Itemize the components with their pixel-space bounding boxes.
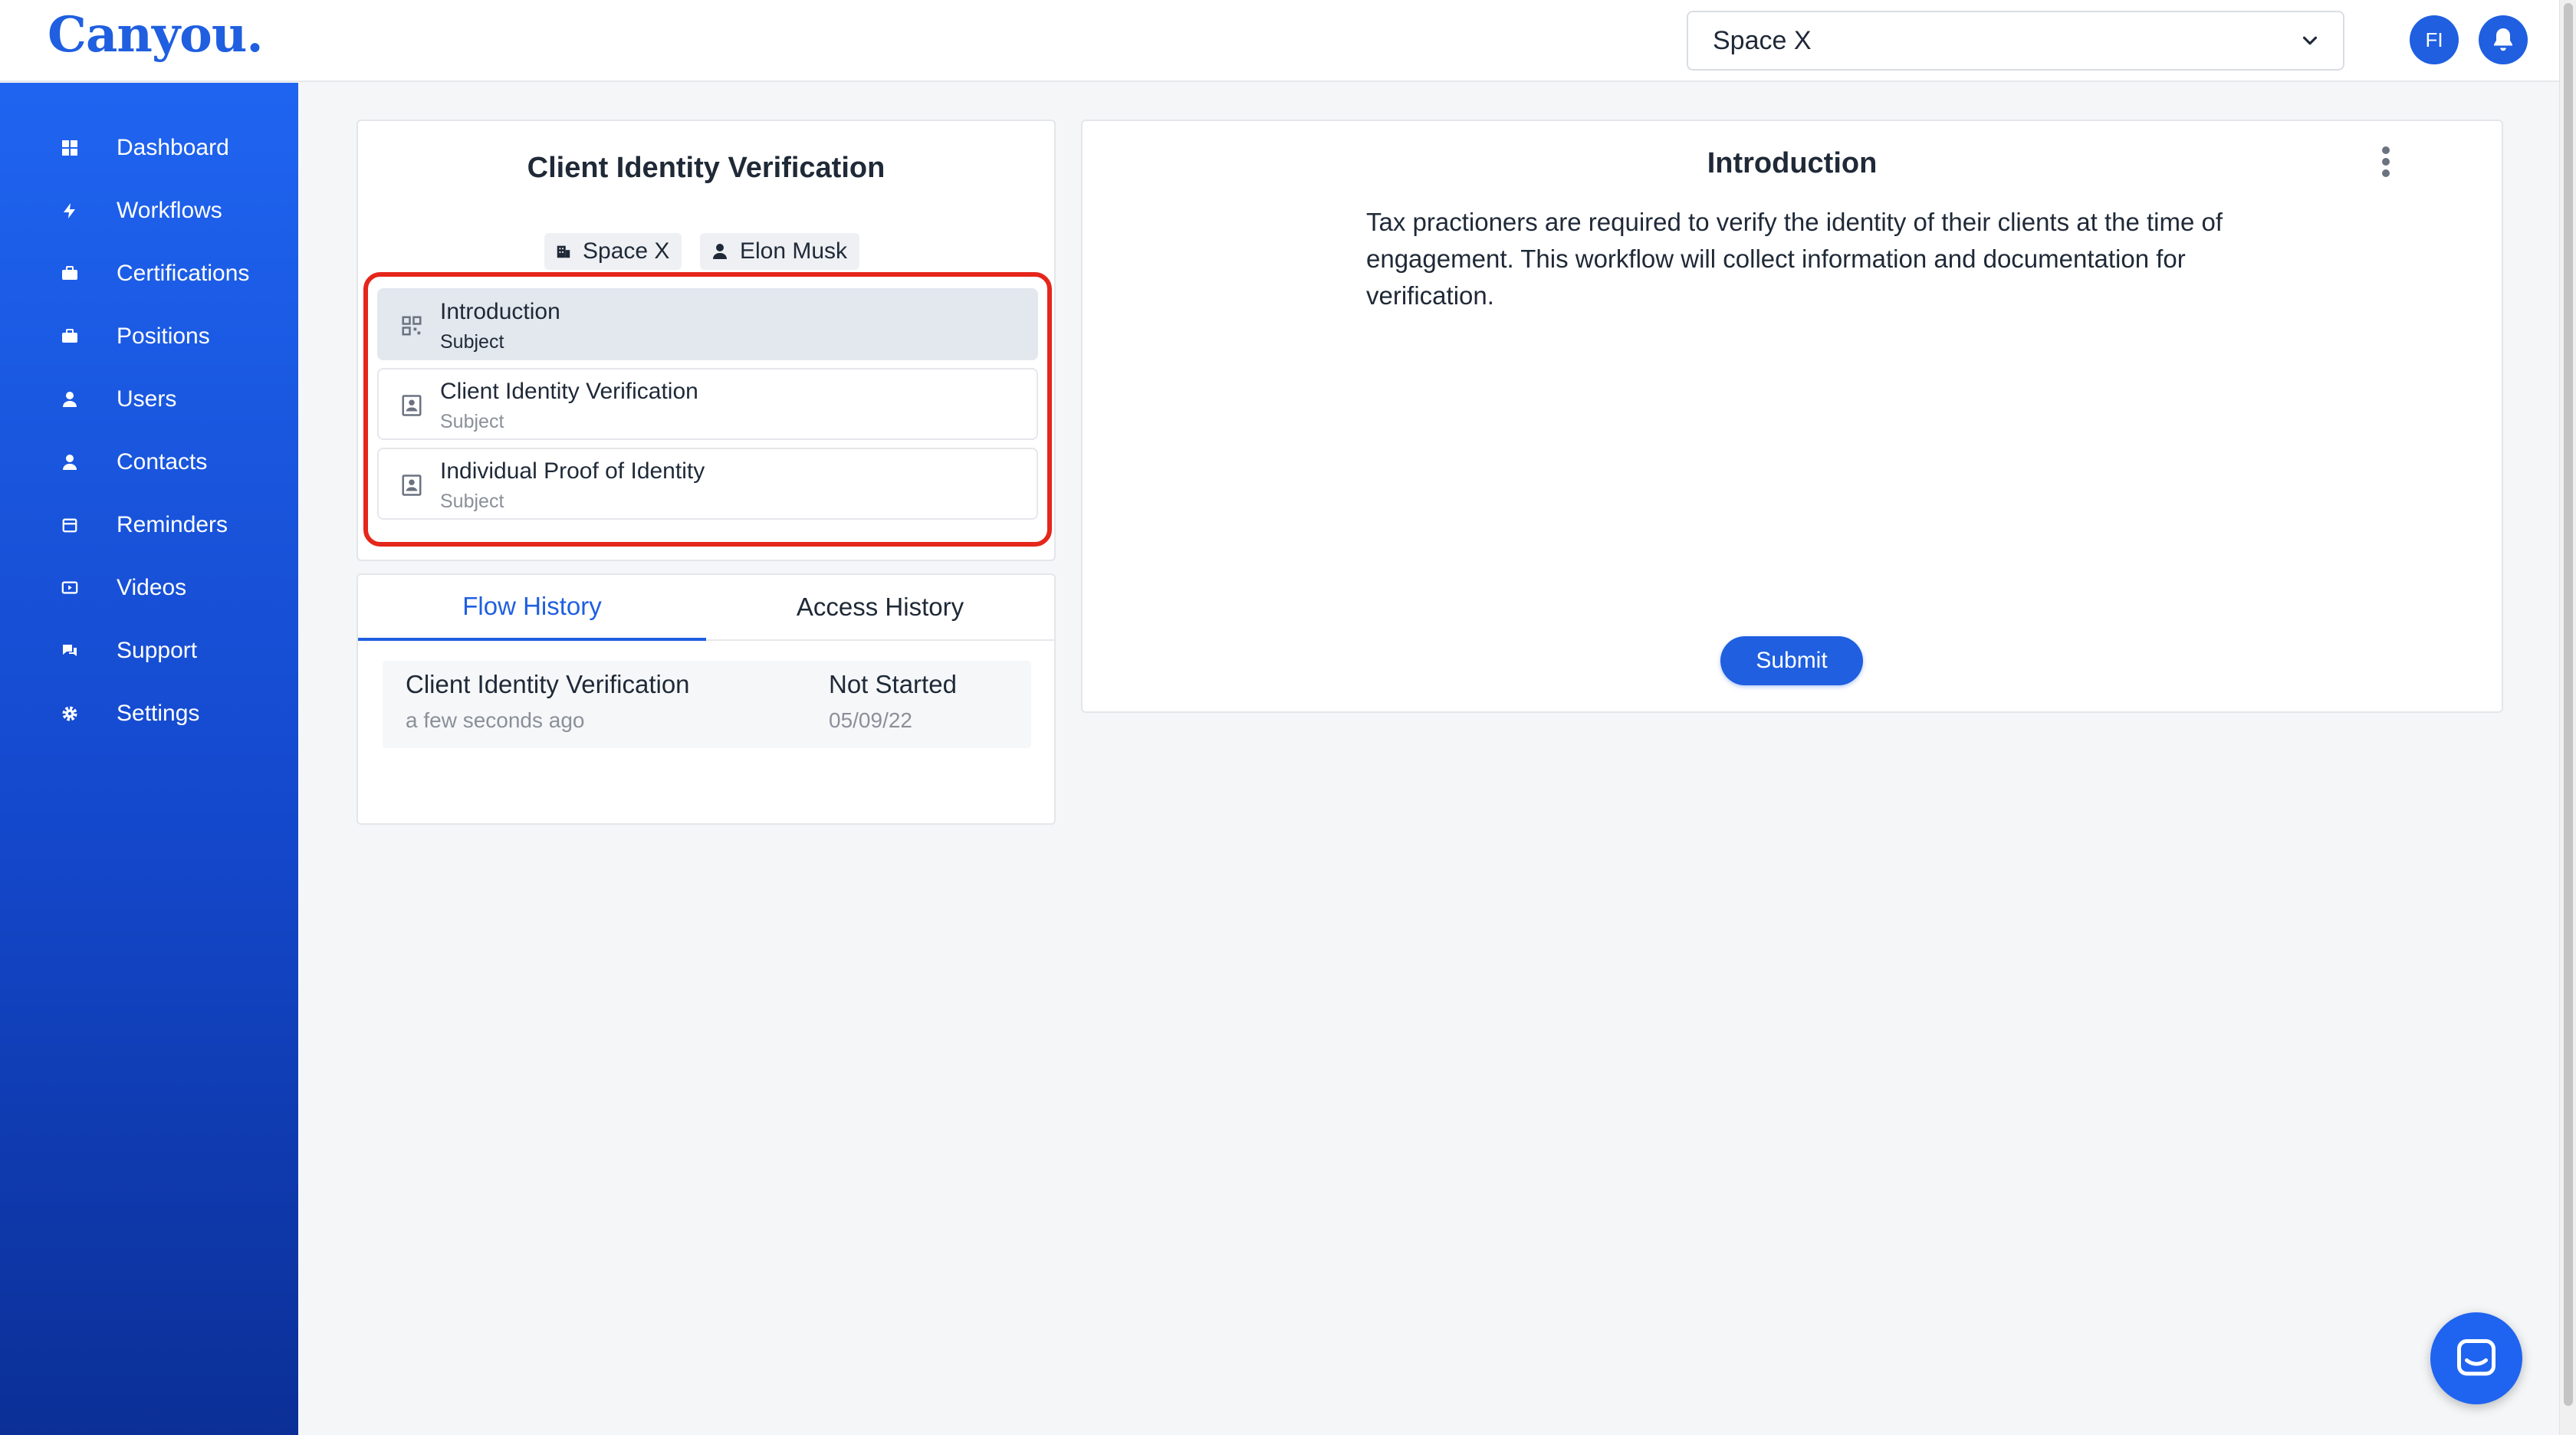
history-row: Client Identity Verification a few secon… — [383, 661, 1031, 748]
organization-chip: Space X — [544, 233, 682, 270]
history-card: Flow History Access History Client Ident… — [356, 573, 1056, 825]
content-title: Introduction — [1707, 147, 1878, 179]
chevron-down-icon — [2302, 36, 2318, 45]
sidebar-item-users[interactable]: Users — [0, 373, 298, 426]
bolt-icon — [60, 201, 80, 221]
workflow-card: Client Identity Verification Space X Elo… — [356, 120, 1056, 561]
user-icon — [713, 244, 727, 259]
scrollbar-thumb[interactable] — [2564, 3, 2573, 1406]
content-body: Tax practioners are required to verify t… — [1366, 208, 2223, 310]
step-individual-proof-of-identity[interactable]: Individual Proof of Identity Subject — [377, 448, 1038, 520]
step-introduction[interactable]: Introduction Subject — [377, 288, 1038, 360]
grid-icon — [60, 138, 80, 158]
history-row-time: a few seconds ago — [406, 708, 585, 732]
step-title: Client Identity Verification — [440, 379, 698, 404]
organization-select-value: Space X — [1713, 25, 1812, 55]
video-icon — [60, 578, 80, 598]
user-icon — [60, 452, 80, 472]
step-title: Individual Proof of Identity — [440, 458, 705, 484]
tab-access-history[interactable]: Access History — [706, 575, 1054, 641]
history-row-name: Client Identity Verification — [406, 670, 690, 698]
sidebar-item-videos[interactable]: Videos — [0, 561, 298, 615]
briefcase-icon — [60, 327, 80, 346]
chat-icon — [60, 641, 80, 661]
id-card-icon — [402, 395, 422, 416]
calendar-icon — [60, 515, 80, 535]
qr-grid-icon — [402, 316, 422, 336]
tab-flow-history[interactable]: Flow History — [358, 575, 706, 641]
sidebar-item-support[interactable]: Support — [0, 624, 298, 678]
sidebar-item-label: Contacts — [117, 449, 208, 475]
sidebar-item-reminders[interactable]: Reminders — [0, 498, 298, 552]
step-title: Introduction — [440, 299, 560, 324]
top-bar: Canyou. Space X FI — [0, 0, 2576, 82]
person-chip: Elon Musk — [700, 233, 860, 270]
sidebar-item-label: Support — [117, 638, 198, 663]
sidebar-item-dashboard[interactable]: Dashboard — [0, 121, 298, 175]
history-row-status: Not Started — [829, 670, 957, 698]
history-row-date: 05/09/22 — [829, 708, 912, 732]
organization-select[interactable]: Space X — [1687, 11, 2344, 71]
step-client-identity-verification[interactable]: Client Identity Verification Subject — [377, 368, 1038, 440]
sidebar-item-workflows[interactable]: Workflows — [0, 184, 298, 238]
workflow-title: Client Identity Verification — [527, 152, 886, 184]
sidebar-item-label: Dashboard — [117, 135, 229, 160]
sidebar-item-label: Reminders — [117, 512, 228, 537]
user-avatar[interactable]: FI — [2410, 15, 2459, 64]
sidebar-item-label: Workflows — [117, 198, 222, 223]
sidebar-item-certifications[interactable]: Certifications — [0, 247, 298, 300]
gear-icon — [60, 704, 80, 724]
sidebar-item-label: Users — [117, 386, 177, 412]
step-subtitle: Subject — [440, 331, 504, 353]
page-scrollbar[interactable] — [2559, 0, 2576, 1435]
sidebar-item-positions[interactable]: Positions — [0, 310, 298, 363]
sidebar-item-contacts[interactable]: Contacts — [0, 435, 298, 489]
organization-chip-label: Space X — [583, 238, 670, 264]
step-subtitle: Subject — [440, 491, 504, 512]
id-card-icon — [402, 475, 422, 496]
sidebar: Dashboard Workflows Certifications Posit… — [0, 83, 298, 1435]
sidebar-item-settings[interactable]: Settings — [0, 687, 298, 740]
sidebar-item-label: Positions — [117, 323, 210, 349]
sidebar-item-label: Certifications — [117, 261, 250, 286]
submit-button[interactable]: Submit — [1720, 636, 1863, 685]
briefcase-icon — [60, 264, 80, 284]
avatar-initials: FI — [2425, 28, 2443, 51]
notifications-button[interactable] — [2479, 15, 2528, 64]
sidebar-item-label: Settings — [117, 701, 200, 726]
step-subtitle: Subject — [440, 411, 504, 432]
more-options-icon[interactable] — [2371, 143, 2401, 181]
step-content-card: Introduction Tax practioners are require… — [1081, 120, 2503, 713]
building-icon — [557, 245, 570, 258]
app-logo[interactable]: Canyou. — [48, 6, 264, 64]
sidebar-item-label: Videos — [117, 575, 187, 600]
person-chip-label: Elon Musk — [740, 238, 848, 264]
user-icon — [60, 389, 80, 409]
bell-icon — [2494, 28, 2512, 51]
chat-launcher-button[interactable] — [2430, 1312, 2522, 1404]
chat-icon — [2457, 1339, 2496, 1376]
